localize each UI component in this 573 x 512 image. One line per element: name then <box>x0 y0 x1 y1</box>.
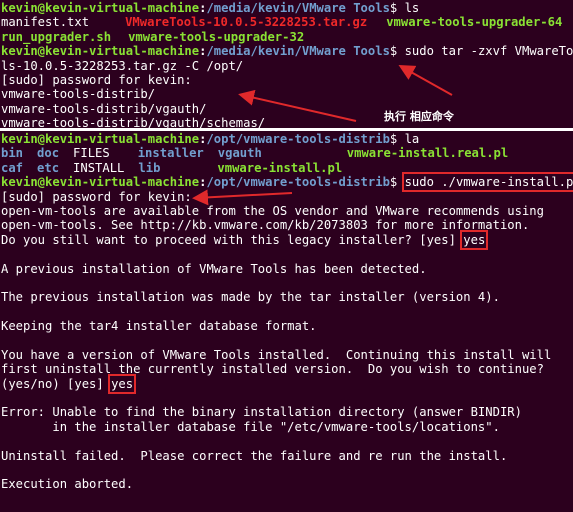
dir-entry: lib <box>138 160 161 175</box>
prompt-path: /media/kevin/VMware Tools <box>206 1 390 15</box>
prompt-user: kevin@kevin-virtual-machine <box>1 1 200 15</box>
prompt-user: kevin@kevin-virtual-machine <box>1 132 200 146</box>
terminal-line: in the installer database file "/etc/vmw… <box>1 419 500 434</box>
terminal-line: open-vm-tools are available from the OS … <box>1 203 544 218</box>
terminal-line: kevin@kevin-virtual-machine:/media/kevin… <box>1 1 420 15</box>
terminal-line: Keeping the tar4 installer database form… <box>1 319 317 334</box>
dir-entry: doc <box>37 146 60 161</box>
terminal-window-top[interactable]: kevin@kevin-virtual-machine:/media/kevin… <box>0 0 573 128</box>
terminal-line: [sudo] password for kevin: <box>1 189 192 204</box>
ls-output-row: bin doc FILES installer vgauth vmware-install… <box>0 146 573 160</box>
executable-file-entry: vmware-tools-upgrader-32 <box>128 29 305 44</box>
prompt-user: kevin@kevin-virtual-machine <box>1 175 200 190</box>
terminal-line: ls-10.0.5-3228253.tar.gz -C /opt/ <box>1 58 244 73</box>
command-text: la <box>397 132 420 146</box>
terminal-line: open-vm-tools. See http://kb.vmware.com/… <box>1 218 530 233</box>
dir-entry: etc <box>37 160 60 175</box>
executable-file-entry: vmware-tools-upgrader-64 <box>386 15 563 30</box>
install-command-highlight: sudo ./vmware-install.pl <box>401 172 573 193</box>
file-entry: manifest.txt <box>1 15 90 30</box>
terminal-line: Execution aborted. <box>1 477 134 492</box>
ls-output-row: caf etc INSTALL lib vmware-install.pl <box>0 161 573 175</box>
executable-file-entry: vmware-install.real.pl <box>346 146 509 161</box>
terminal-line: Do you still want to proceed with this l… <box>0 229 573 250</box>
dir-entry: vgauth <box>217 146 262 161</box>
terminal-line: The previous installation was made by th… <box>1 290 500 305</box>
terminal-line: (yes/no) [yes] yes <box>0 373 573 394</box>
terminal-line: [sudo] password for kevin: <box>1 72 192 87</box>
dir-entry: installer <box>137 146 204 161</box>
prompt-question: Do you still want to proceed with this l… <box>1 232 464 247</box>
executable-file-entry: vmware-install.pl <box>217 160 343 175</box>
command-text: ls <box>397 1 420 15</box>
prompt-path: /opt/vmware-tools-distrib <box>206 175 390 190</box>
terminal-line: You have a version of VMware Tools insta… <box>1 347 552 362</box>
annotation-label: 执行 相应命令 <box>384 110 454 123</box>
ls-output-row: run_upgrader.sh vmware-tools-upgrader-32 <box>0 30 573 44</box>
terminal-line: kevin@kevin-virtual-machine:/opt/vmware-… <box>1 132 420 146</box>
terminal-line: kevin@kevin-virtual-machine:/media/kevin… <box>0 44 573 58</box>
answer-yes-highlight: yes <box>460 229 489 250</box>
prompt-path: /media/kevin/VMware Tools <box>206 44 390 59</box>
terminal-line: Error: Unable to find the binary install… <box>1 405 522 420</box>
answer-yes-highlight: yes <box>108 373 137 394</box>
prompt-question: (yes/no) [yes] <box>1 376 112 391</box>
terminal-line: Uninstall failed. Please correct the fai… <box>1 448 508 463</box>
terminal-line: A previous installation of VMware Tools … <box>1 261 427 276</box>
dir-entry: bin <box>1 146 24 161</box>
terminal-line: vmware-tools-distrib/vgauth/ <box>1 101 207 116</box>
ls-output-row: manifest.txt VMwareTools-10.0.5-3228253.t… <box>0 15 573 29</box>
terminal-line: kevin@kevin-virtual-machine:/opt/vmware-… <box>0 172 573 193</box>
terminal-window-bottom[interactable]: kevin@kevin-virtual-machine:/opt/vmware-… <box>0 131 573 512</box>
archive-file-entry: VMwareTools-10.0.5-3228253.tar.gz <box>125 15 368 30</box>
executable-file-entry: run_upgrader.sh <box>1 29 112 44</box>
terminal-line: first uninstall the currently installed … <box>1 362 544 377</box>
file-entry: INSTALL <box>73 160 125 175</box>
terminal-line: vmware-tools-distrib/ <box>1 87 156 102</box>
prompt-user: kevin@kevin-virtual-machine <box>1 44 200 59</box>
prompt-path: /opt/vmware-tools-distrib <box>206 132 390 146</box>
file-entry: FILES <box>73 146 110 161</box>
terminal-line: vmware-tools-distrib/vgauth/schemas/ <box>1 116 266 128</box>
dir-entry: caf <box>1 160 24 175</box>
command-text: sudo tar -zxvf VMwareToo <box>397 44 573 59</box>
